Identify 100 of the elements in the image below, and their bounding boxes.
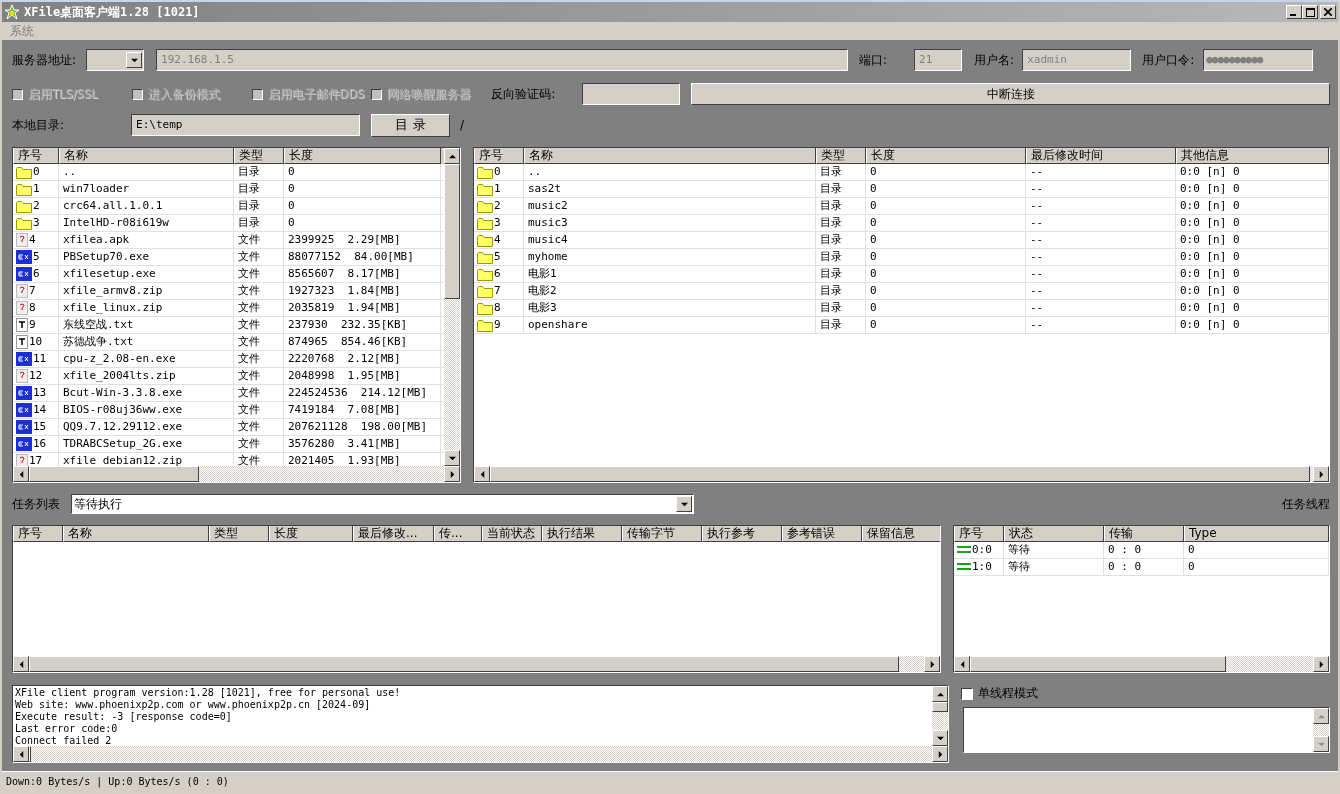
column-header[interactable]: 名称 bbox=[59, 148, 234, 164]
table-cell: 目录 bbox=[816, 283, 866, 299]
horizontal-scrollbar[interactable] bbox=[474, 466, 1329, 482]
scroll-down-button[interactable] bbox=[932, 730, 948, 746]
scroll-left-button[interactable] bbox=[474, 466, 490, 482]
table-cell: 8 bbox=[494, 300, 501, 316]
horizontal-scrollbar[interactable] bbox=[13, 656, 940, 672]
table-cell: 14 bbox=[33, 402, 47, 418]
column-header[interactable]: 保留信息 bbox=[862, 526, 940, 542]
folder-icon bbox=[16, 199, 32, 213]
column-header[interactable]: 序号 bbox=[954, 526, 1004, 542]
vertical-scrollbar[interactable] bbox=[444, 148, 460, 466]
table-cell: 0:0 [n] 0 bbox=[1176, 300, 1329, 316]
right-arrow-icon bbox=[448, 470, 456, 478]
table-cell: 0 bbox=[1184, 542, 1329, 558]
vertical-scrollbar[interactable] bbox=[932, 686, 948, 746]
table-cell: 目录 bbox=[234, 215, 284, 231]
scroll-left-button[interactable] bbox=[13, 466, 29, 482]
table-cell: 1 bbox=[494, 181, 501, 197]
table-cell: 15 bbox=[33, 419, 47, 435]
column-header[interactable]: 名称 bbox=[63, 526, 209, 542]
table-cell: 电影1 bbox=[524, 266, 816, 282]
table-cell: 电影3 bbox=[524, 300, 816, 316]
table-cell: 1927323 1.84[MB] bbox=[284, 283, 441, 299]
scroll-up-button[interactable] bbox=[1313, 708, 1329, 724]
table-cell: 文件 bbox=[234, 419, 284, 435]
column-header[interactable]: 当前状态 bbox=[482, 526, 542, 542]
table-cell: 224524536 214.12[MB] bbox=[284, 385, 441, 401]
column-header[interactable]: 执行参考 bbox=[702, 526, 782, 542]
maximize-button[interactable] bbox=[1302, 5, 1318, 19]
server-dropdown[interactable] bbox=[86, 49, 145, 71]
column-header[interactable]: Type bbox=[1184, 526, 1329, 542]
column-header[interactable]: 其他信息 bbox=[1176, 148, 1329, 164]
single-thread-checkbox[interactable]: 单线程模式 bbox=[961, 685, 1330, 702]
scroll-right-button[interactable] bbox=[444, 466, 460, 482]
column-header[interactable]: 传... bbox=[434, 526, 482, 542]
table-cell: 目录 bbox=[816, 300, 866, 316]
column-header[interactable]: 序号 bbox=[474, 148, 524, 164]
table-cell: Bcut-Win-3.3.8.exe bbox=[59, 385, 234, 401]
table-cell: 3 bbox=[33, 215, 40, 231]
table-cell: 0 : 0 bbox=[1104, 559, 1184, 575]
column-header[interactable]: 参考错误 bbox=[782, 526, 862, 542]
column-header[interactable]: 类型 bbox=[816, 148, 866, 164]
column-header[interactable]: 类型 bbox=[209, 526, 269, 542]
vertical-scrollbar[interactable] bbox=[1313, 708, 1329, 752]
up-arrow-icon bbox=[448, 152, 456, 160]
horizontal-scrollbar[interactable] bbox=[13, 746, 948, 762]
column-header[interactable]: 长度 bbox=[866, 148, 1026, 164]
scroll-left-button[interactable] bbox=[13, 746, 29, 762]
horizontal-scrollbar[interactable] bbox=[13, 466, 460, 482]
table-cell: -- bbox=[1026, 232, 1176, 248]
table-cell: music2 bbox=[524, 198, 816, 214]
scroll-down-button[interactable] bbox=[1313, 736, 1329, 752]
minimize-button[interactable] bbox=[1286, 5, 1302, 19]
scroll-left-button[interactable] bbox=[13, 656, 29, 672]
table-cell: -- bbox=[1026, 283, 1176, 299]
table-cell: 0 bbox=[284, 198, 441, 214]
column-header[interactable]: 传输字节 bbox=[622, 526, 702, 542]
column-header[interactable]: 长度 bbox=[284, 148, 441, 164]
table-cell: 7419184 7.08[MB] bbox=[284, 402, 441, 418]
local-path-field[interactable]: E:\temp bbox=[131, 114, 361, 136]
column-header[interactable]: 传输 bbox=[1104, 526, 1184, 542]
folder-icon bbox=[477, 199, 493, 213]
table-cell: PBSetup70.exe bbox=[59, 249, 234, 265]
table-cell: -- bbox=[1026, 198, 1176, 214]
folder-icon bbox=[477, 165, 493, 179]
scroll-right-button[interactable] bbox=[932, 746, 948, 762]
column-header[interactable]: 序号 bbox=[13, 526, 63, 542]
close-button[interactable] bbox=[1320, 5, 1336, 19]
scroll-down-button[interactable] bbox=[444, 450, 460, 466]
scroll-up-button[interactable] bbox=[444, 148, 460, 164]
scroll-right-button[interactable] bbox=[1313, 466, 1329, 482]
scroll-up-button[interactable] bbox=[932, 686, 948, 702]
column-header[interactable]: 长度 bbox=[269, 526, 353, 542]
column-header[interactable]: 执行结果 bbox=[542, 526, 622, 542]
table-cell: 文件 bbox=[234, 436, 284, 452]
task-filter-dropdown[interactable]: 等待执行 bbox=[71, 494, 694, 514]
folder-icon bbox=[477, 216, 493, 230]
username-label: 用户名: bbox=[974, 51, 1015, 69]
left-arrow-icon bbox=[17, 470, 25, 478]
disconnect-button[interactable]: 中断连接 bbox=[691, 83, 1330, 105]
column-header[interactable]: 最后修改时间 bbox=[1026, 148, 1176, 164]
directory-button[interactable]: 目 录 bbox=[371, 113, 451, 137]
table-cell: 17 bbox=[29, 453, 43, 466]
horizontal-scrollbar[interactable] bbox=[954, 656, 1329, 672]
column-header[interactable]: 状态 bbox=[1004, 526, 1104, 542]
scroll-right-button[interactable] bbox=[1313, 656, 1329, 672]
table-cell: 电影2 bbox=[524, 283, 816, 299]
column-header[interactable]: 名称 bbox=[524, 148, 816, 164]
folder-icon bbox=[477, 284, 493, 298]
scroll-left-button[interactable] bbox=[954, 656, 970, 672]
table-cell: 7 bbox=[494, 283, 501, 299]
column-header[interactable]: 类型 bbox=[234, 148, 284, 164]
column-header[interactable]: 序号 bbox=[13, 148, 59, 164]
text-area[interactable] bbox=[963, 707, 1330, 753]
verify-code-field[interactable] bbox=[582, 83, 681, 105]
column-header[interactable]: 最后修改... bbox=[353, 526, 434, 542]
table-cell: -- bbox=[1026, 300, 1176, 316]
table-cell: 0 : 0 bbox=[1104, 542, 1184, 558]
scroll-right-button[interactable] bbox=[924, 656, 940, 672]
